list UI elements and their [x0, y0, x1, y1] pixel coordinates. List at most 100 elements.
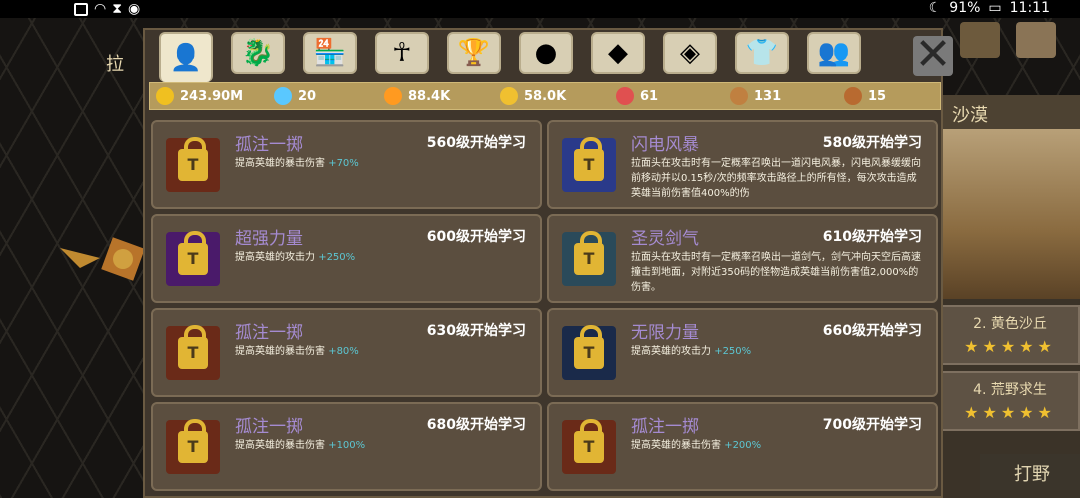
wifi-icon: ◠ — [94, 1, 107, 17]
crystal-icon: ◈ — [680, 38, 700, 68]
orb-icon: ● — [534, 38, 558, 68]
dragon-head-icon: 🐉 — [241, 38, 275, 68]
clock: 11:11 — [1009, 0, 1050, 16]
skill-name: 孤注一掷 — [235, 135, 303, 155]
red-crystal-icon — [616, 87, 634, 105]
desert-scene — [940, 129, 1080, 299]
skill-name: 圣灵剑气 — [631, 229, 699, 249]
skill-bonus: +250% — [714, 346, 752, 357]
gold-coin-icon — [156, 87, 174, 105]
stage-stars: ★★★★★ — [964, 403, 1056, 422]
skill-card[interactable]: T 孤注一掷 680级开始学习 提高英雄的暴击伤害 +100% — [151, 402, 542, 491]
resource-bar: 243.90M 20 88.4K 58.0K 61 131 15 — [149, 82, 941, 110]
stage-item-2[interactable]: 2. 黄色沙丘 ★★★★★ — [940, 305, 1080, 365]
skill-name: 孤注一掷 — [235, 323, 303, 343]
stage-stars: ★★★★★ — [964, 337, 1056, 356]
lock-icon: T — [178, 231, 208, 275]
skill-desc: 提高英雄的暴击伤害 +100% — [235, 440, 366, 451]
resource-bread: 15 — [844, 87, 886, 105]
skill-desc: 拉面头在攻击时有一定概率召唤出一道闪电风暴，闪电风暴缓缓向前移动并以0.15秒/… — [631, 158, 921, 199]
close-icon[interactable]: ✕ — [913, 33, 953, 77]
lock-icon: T — [574, 419, 604, 463]
tab-winged-gem[interactable]: ◆ — [591, 32, 645, 74]
lock-icon: T — [574, 231, 604, 275]
winged-emblem-icon[interactable] — [60, 228, 152, 288]
skill-level-req: 610级开始学习 — [822, 229, 922, 245]
skill-desc: 提高英雄的暴击伤害 +200% — [631, 440, 762, 451]
left-badge: 拉 — [106, 54, 124, 75]
skill-level-req: 660级开始学习 — [822, 323, 922, 339]
spark-icon — [500, 87, 518, 105]
tab-trophy[interactable]: 🏆 — [447, 32, 501, 74]
stage-item-label: 2. 黄色沙丘 — [973, 316, 1047, 332]
resource-orb: 88.4K — [384, 87, 450, 105]
lock-icon: T — [574, 325, 604, 369]
tab-friends[interactable]: 👥 — [807, 32, 861, 74]
skills-window: 👤 🐉 🏪 ☥ 🏆 ● ◆ ◈ 👕 👥 ✕ 243.90M 20 88.4K 5… — [143, 28, 953, 498]
skill-name: 孤注一掷 — [235, 417, 303, 437]
skill-bonus: +100% — [328, 440, 366, 451]
chest-icon — [730, 87, 748, 105]
skill-icon: T — [562, 419, 616, 474]
skill-icon: T — [562, 137, 616, 192]
skill-desc: 提高英雄的攻击力 +250% — [235, 252, 356, 263]
skill-icon: T — [166, 419, 220, 474]
qq-icon: ◉ — [128, 1, 141, 17]
tab-crystal[interactable]: ◈ — [663, 32, 717, 74]
person-icon: 👤 — [169, 43, 203, 73]
skill-card[interactable]: T 闪电风暴 580级开始学习 拉面头在攻击时有一定概率召唤出一道闪电风暴，闪电… — [547, 120, 938, 209]
skill-card[interactable]: T 孤注一掷 560级开始学习 提高英雄的暴击伤害 +70% — [151, 120, 542, 209]
skill-card[interactable]: T 超强力量 600级开始学习 提高英雄的攻击力 +250% — [151, 214, 542, 303]
orange-orb-icon — [384, 87, 402, 105]
resource-red-crystal: 61 — [616, 87, 658, 105]
skill-name: 孤注一掷 — [631, 417, 699, 437]
lock-icon: T — [178, 137, 208, 181]
shirt-icon: 👕 — [745, 38, 779, 68]
skill-level-req: 680级开始学习 — [426, 417, 526, 433]
resource-gold: 243.90M — [156, 87, 243, 105]
skill-bonus: +250% — [318, 252, 356, 263]
skill-icon: T — [166, 137, 220, 192]
tab-ankh[interactable]: ☥ — [375, 32, 429, 74]
status-bar: ◠ ⧗ ◉ ☾ 91% ▭ 11:11 — [0, 0, 1080, 18]
stage-panel: 沙漠 2. 黄色沙丘 ★★★★★ 4. 荒野求生 ★★★★★ 打野 — [940, 95, 1080, 498]
skill-level-req: 580级开始学习 — [822, 135, 922, 151]
gear-icon[interactable] — [960, 22, 1000, 58]
fight-button[interactable]: 打野 — [980, 454, 1080, 490]
stage-item-4[interactable]: 4. 荒野求生 ★★★★★ — [940, 371, 1080, 431]
tab-shop[interactable]: 🏪 — [303, 32, 357, 74]
tab-dragon[interactable]: 🐉 — [231, 32, 285, 74]
battery-percent: 91% — [949, 0, 981, 16]
tab-orb[interactable]: ● — [519, 32, 573, 74]
skill-card[interactable]: T 圣灵剑气 610级开始学习 拉面头在攻击时有一定概率召唤出一道剑气，剑气冲向… — [547, 214, 938, 303]
skill-card[interactable]: T 无限力量 660级开始学习 提高英雄的攻击力 +250% — [547, 308, 938, 397]
trophy-icon: 🏆 — [457, 38, 491, 68]
skill-level-req: 560级开始学习 — [426, 135, 526, 151]
tab-hero[interactable]: 👤 — [159, 32, 213, 82]
lock-icon: T — [178, 325, 208, 369]
ankh-icon: ☥ — [392, 38, 412, 68]
tab-costume[interactable]: 👕 — [735, 32, 789, 74]
lock-icon: T — [178, 419, 208, 463]
skill-desc: 拉面头在攻击时有一定概率召唤出一道剑气，剑气冲向天空后高速撞击到地面，对附近35… — [631, 252, 921, 293]
skill-desc: 提高英雄的暴击伤害 +70% — [235, 158, 359, 169]
skill-bonus: +200% — [724, 440, 762, 451]
skill-level-req: 600级开始学习 — [426, 229, 526, 245]
skill-desc: 提高英雄的攻击力 +250% — [631, 346, 752, 357]
tab-bar: 👤 🐉 🏪 ☥ 🏆 ● ◆ ◈ 👕 👥 — [159, 32, 861, 82]
resource-chest: 131 — [730, 87, 781, 105]
battery-icon: ▭ — [988, 0, 1002, 16]
resource-diamond: 20 — [274, 87, 316, 105]
bread-icon — [844, 87, 862, 105]
stage-region-title: 沙漠 — [940, 95, 1080, 129]
shop-icon: 🏪 — [313, 38, 347, 68]
friends-icon: 👥 — [817, 38, 851, 68]
mail-icon[interactable] — [1016, 22, 1056, 58]
diamond-icon — [274, 87, 292, 105]
skill-card[interactable]: T 孤注一掷 700级开始学习 提高英雄的暴击伤害 +200% — [547, 402, 938, 491]
skill-card[interactable]: T 孤注一掷 630级开始学习 提高英雄的暴击伤害 +80% — [151, 308, 542, 397]
skill-name: 无限力量 — [631, 323, 699, 343]
skill-name: 闪电风暴 — [631, 135, 699, 155]
skill-icon: T — [562, 325, 616, 380]
notification-icon — [74, 2, 88, 16]
